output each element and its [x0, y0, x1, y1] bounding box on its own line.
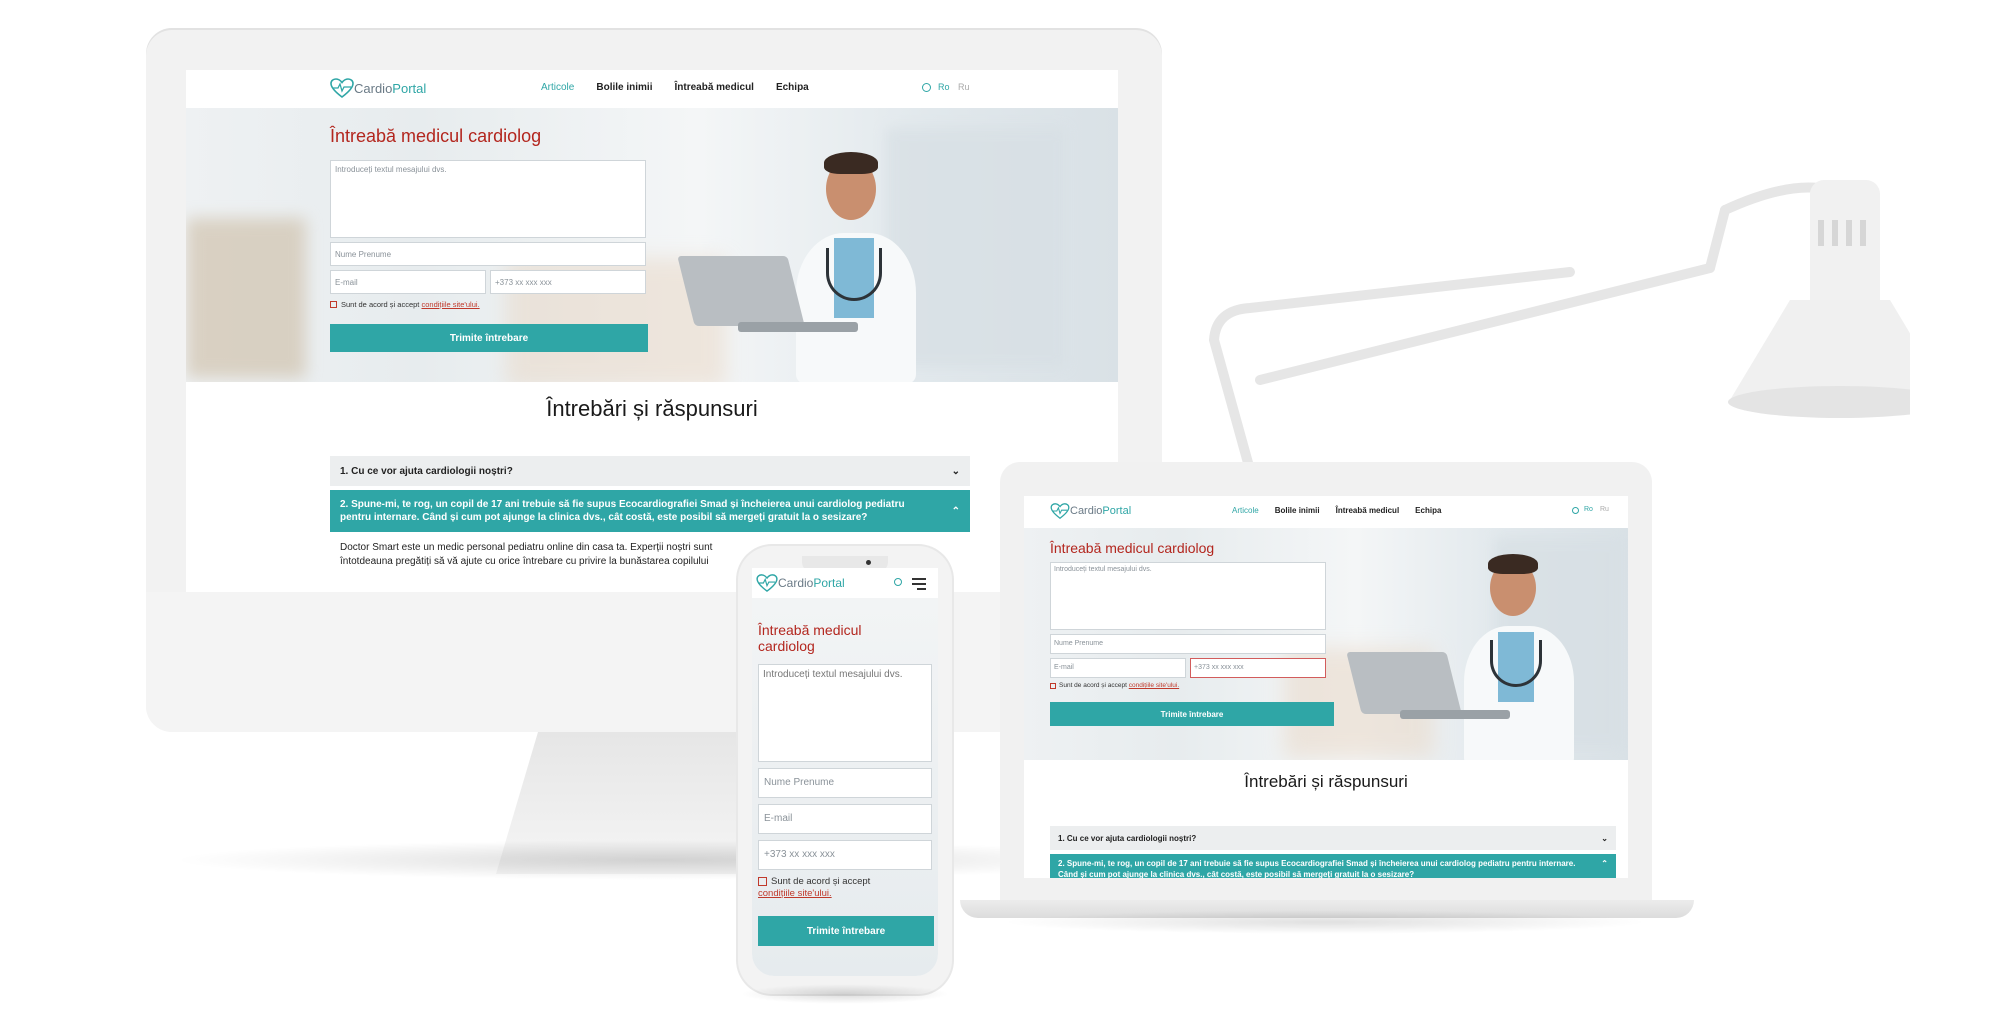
faq-answer-line-2: întotdeauna pregătiți să vă ajute cu ori… — [340, 556, 709, 567]
laptop-site: Cardio Portal Articole Bolile inimii Într… — [1024, 496, 1628, 878]
phone-camera — [866, 560, 871, 565]
email-input[interactable]: E-mail — [330, 270, 486, 294]
name-input[interactable]: Nume Prenume — [1050, 634, 1326, 654]
faq-item-2[interactable]: 2. Spune-mi, te rog, un copil de 17 ani … — [1050, 854, 1616, 878]
desk-lamp-image — [1208, 180, 1910, 475]
phone-input[interactable]: +373 xx xxx xxx — [1190, 658, 1326, 678]
lang-ru[interactable]: Ru — [1600, 506, 1609, 513]
hero-title: Întreabă medicul cardiolog — [758, 622, 862, 654]
email-input[interactable]: E-mail — [1050, 658, 1186, 678]
faq-item-2[interactable]: 2. Spune-mi, te rog, un copil de 17 ani … — [330, 490, 970, 532]
hamburger-menu-icon[interactable] — [912, 578, 926, 590]
header: Cardio Portal Articole Bolile inimii Într… — [186, 70, 1118, 109]
lang-ru[interactable]: Ru — [958, 82, 970, 92]
terms-checkbox[interactable] — [1050, 682, 1056, 689]
terms-checkbox[interactable] — [330, 301, 337, 308]
nav-bolile-inimii[interactable]: Bolile inimii — [1275, 506, 1320, 515]
faq-question-1: 1. Cu ce vor ajuta cardiologii noștri? — [1058, 833, 1197, 843]
email-input[interactable]: E-mail — [758, 804, 932, 834]
faq-item-1[interactable]: 1. Cu ce vor ajuta cardiologii noștri? ⌄ — [330, 456, 970, 486]
logo-text-prefix: Cardio — [1070, 505, 1103, 517]
terms-text: Sunt de acord și accept — [1059, 682, 1127, 689]
main-nav: Articole Bolile inimii Întreabă medicul … — [541, 82, 809, 93]
terms-checkbox[interactable] — [758, 877, 767, 886]
phone-input[interactable]: +373 xx xxx xxx — [490, 270, 646, 294]
phone-input[interactable]: +373 xx xxx xxx — [758, 840, 932, 870]
phone-shadow — [740, 984, 950, 1004]
nav-bolile-inimii[interactable]: Bolile inimii — [596, 82, 652, 93]
nav-echipa[interactable]: Echipa — [1415, 506, 1441, 515]
lang-ro[interactable]: Ro — [1584, 506, 1593, 513]
heart-logo-icon — [1050, 503, 1070, 519]
qa-title: Întrebări și răspunsuri — [1244, 772, 1408, 791]
logo[interactable]: Cardio Portal — [330, 78, 426, 98]
terms-link[interactable]: condițiile site'ului. — [1129, 682, 1179, 689]
chevron-up-icon: ⌃ — [951, 505, 960, 517]
faq-item-1[interactable]: 1. Cu ce vor ajuta cardiologii noștri? ⌄ — [1050, 826, 1616, 850]
nav-intreaba-medicul[interactable]: Întreabă medicul — [674, 82, 753, 93]
faq-question-1: 1. Cu ce vor ajuta cardiologii noștri? — [340, 465, 513, 477]
terms-text: Sunt de acord și accept — [771, 876, 871, 887]
hero: Întreabă medicul cardiolog Introduceți t… — [752, 598, 938, 976]
bg-reception — [186, 218, 306, 378]
search-icon[interactable] — [922, 83, 931, 92]
nav-echipa[interactable]: Echipa — [776, 82, 809, 93]
desktop-site: Cardio Portal Articole Bolile inimii Într… — [186, 70, 1118, 592]
message-textarea[interactable]: Introduceți textul mesajului dvs. — [758, 664, 932, 762]
nav-articole[interactable]: Articole — [1232, 506, 1259, 515]
header: Cardio Portal — [752, 568, 938, 599]
chevron-up-icon: ⌃ — [1601, 859, 1608, 868]
heart-logo-icon — [330, 78, 354, 98]
message-textarea[interactable]: Introduceți textul mesajului dvs. — [330, 160, 646, 238]
chevron-down-icon: ⌄ — [951, 465, 960, 477]
search-icon[interactable] — [894, 578, 902, 586]
doctor-image — [1346, 542, 1624, 760]
logo-text-suffix: Portal — [813, 576, 845, 590]
qa-title: Întrebări și răspunsuri — [546, 396, 758, 421]
lang-ro[interactable]: Ro — [938, 82, 950, 92]
name-input[interactable]: Nume Prenume — [330, 242, 646, 266]
logo[interactable]: Cardio Portal — [1050, 503, 1131, 519]
phone-site: Cardio Portal Întreabă medicul cardiolog … — [752, 568, 938, 976]
nav-articole[interactable]: Articole — [541, 82, 574, 93]
terms-checkbox-row[interactable]: Sunt de acord și accept condițiile site'… — [758, 876, 934, 900]
doctor-image — [677, 138, 986, 382]
message-textarea[interactable]: Introduceți textul mesajului dvs. — [1050, 562, 1326, 630]
logo[interactable]: Cardio Portal — [756, 574, 845, 592]
hero: Întreabă medicul cardiolog Introduceți t… — [1024, 528, 1628, 760]
logo-text-prefix: Cardio — [778, 576, 814, 590]
terms-text: Sunt de acord și accept — [341, 300, 420, 309]
submit-button[interactable]: Trimite întrebare — [1050, 702, 1334, 726]
hero-title: Întreabă medicul cardiolog — [1050, 540, 1215, 556]
heart-logo-icon — [756, 574, 778, 592]
logo-text-suffix: Portal — [1102, 505, 1132, 517]
hero-title: Întreabă medicul cardiolog — [330, 126, 542, 146]
terms-checkbox-row[interactable]: Sunt de acord și accept condițiile site'… — [330, 300, 480, 309]
hero: Întreabă medicul cardiolog Introduceți t… — [186, 108, 1118, 382]
name-input[interactable]: Nume Prenume — [758, 768, 932, 798]
submit-button[interactable]: Trimite întrebare — [758, 916, 934, 946]
faq-answer-line-1: Doctor Smart este un medic personal pedi… — [340, 542, 713, 553]
main-nav: Articole Bolile inimii Întreabă medicul … — [1232, 506, 1441, 515]
submit-button[interactable]: Trimite întrebare — [330, 324, 648, 352]
terms-link[interactable]: condițiile site'ului. — [758, 888, 832, 900]
faq-question-2: 2. Spune-mi, te rog, un copil de 17 ani … — [340, 499, 905, 523]
search-icon[interactable] — [1572, 507, 1579, 514]
logo-text-suffix: Portal — [392, 80, 427, 96]
faq-question-2: 2. Spune-mi, te rog, un copil de 17 ani … — [1058, 859, 1576, 878]
nav-intreaba-medicul[interactable]: Întreabă medicul — [1336, 506, 1400, 515]
header: Cardio Portal Articole Bolile inimii Într… — [1024, 496, 1628, 529]
terms-link[interactable]: condițiile site'ului. — [421, 300, 479, 309]
terms-checkbox-row[interactable]: Sunt de acord și accept condițiile site'… — [1050, 682, 1179, 689]
chevron-down-icon: ⌄ — [1601, 833, 1608, 843]
logo-text-prefix: Cardio — [354, 80, 393, 96]
laptop-shadow — [1000, 910, 1650, 934]
